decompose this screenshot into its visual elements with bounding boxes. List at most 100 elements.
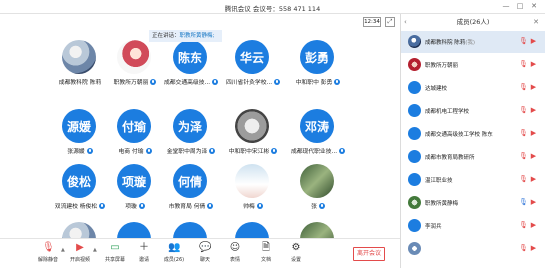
video-grid: 成都教科院 陈莉 职教所万朝丽 陈东 成都交通高级技... 华云 四川省针灸学校... 彭勇… (0, 36, 400, 256)
documents-button[interactable]: 🗎 文档 (253, 242, 279, 268)
member-row[interactable]: 李润兵 🎙 ▶ (401, 215, 545, 237)
video-options-caret-icon[interactable]: ▲ (93, 247, 97, 253)
microphone-muted-icon[interactable]: 🎙 (519, 244, 528, 253)
member-row[interactable]: 成都交通高级技工学校 陈东 🎙 ▶ (401, 123, 545, 145)
maximize-button[interactable]: □ (514, 2, 526, 10)
settings-button[interactable]: ⚙ 设置 (283, 242, 309, 268)
participant-tile[interactable]: 帅梅 (223, 164, 281, 218)
close-panel-icon[interactable]: ✕ (533, 14, 539, 31)
participant-tile[interactable]: 为泽 金堂职中周为泽 (161, 109, 219, 163)
start-video-label: 开启视频 (69, 257, 90, 263)
microphone-muted-icon[interactable]: 🎙 (519, 37, 528, 46)
invite-icon: ＋ (139, 242, 149, 253)
participant-avatar (300, 164, 334, 198)
invite-button[interactable]: ＋ 邀请 (131, 242, 157, 268)
participant-tile[interactable]: 中和职中宋江彬 (223, 109, 281, 163)
participant-name: 中和职中宋江彬 (228, 149, 270, 155)
participant-tile[interactable]: 邓涛 成都现代职业技... (288, 109, 346, 163)
camera-off-icon[interactable]: ▶ (530, 129, 537, 138)
documents-label: 文档 (260, 257, 271, 263)
unmute-button[interactable]: 🎙 解除静音 (35, 242, 61, 268)
microphone-icon[interactable]: 🎙 (519, 198, 528, 207)
member-name: 成都教科院 陈莉(我) (425, 38, 475, 46)
camera-off-icon[interactable]: ▶ (530, 37, 537, 46)
member-row[interactable]: 🎙 ▶ (401, 238, 545, 260)
member-row[interactable]: 成都机电工程学校 🎙 ▶ (401, 100, 545, 122)
collapse-panel-icon[interactable]: ‹ (404, 14, 407, 31)
close-window-button[interactable]: ✕ (528, 2, 540, 10)
share-screen-button[interactable]: ▭ 共享屏幕 (102, 242, 128, 268)
participant-avatar: 彭勇 (300, 40, 334, 74)
microphone-muted-icon[interactable]: 🎙 (519, 221, 528, 230)
participant-tile[interactable]: 彭勇 中和职中 彭勇 (288, 40, 346, 94)
participant-avatar: 源媛 (62, 109, 96, 143)
participant-tile[interactable]: 华云四川省针灸学校... (223, 40, 281, 94)
minimize-button[interactable]: — (500, 2, 512, 10)
camera-off-icon[interactable]: ▶ (530, 175, 537, 184)
member-row[interactable]: 温江职业技 🎙 ▶ (401, 169, 545, 191)
fullscreen-icon[interactable]: ⤢ (385, 17, 395, 27)
participant-name-row: 中和职中 彭勇 (282, 77, 354, 86)
member-row[interactable]: 职教所万朝丽 🎙 ▶ (401, 54, 545, 76)
member-name: 职教所黄静梅 (425, 199, 458, 207)
microphone-icon (318, 202, 325, 209)
microphone-muted-icon[interactable]: 🎙 (519, 129, 528, 138)
microphone-muted-icon[interactable]: 🎙 (519, 60, 528, 69)
microphone-muted-icon[interactable]: 🎙 (519, 83, 528, 92)
camera-off-icon[interactable]: ▶ (530, 60, 537, 69)
participant-tile[interactable]: 张 (288, 164, 346, 218)
member-name-text: 李润兵 (425, 224, 442, 230)
speaking-indicator: 正在讲话：职教所黄静梅; (149, 30, 222, 42)
member-row[interactable]: 成都教科院 陈莉(我) 🎙 ▶ (401, 31, 545, 53)
audio-options-caret-icon[interactable]: ▲ (61, 247, 65, 253)
participant-name-row: 四川省针灸学校... (217, 77, 289, 86)
member-avatar (408, 196, 421, 209)
camera-off-icon[interactable]: ▶ (530, 244, 537, 253)
camera-off-icon[interactable]: ▶ (530, 106, 537, 115)
participant-name: 四川省针灸学校... (225, 80, 273, 86)
microphone-muted-icon[interactable]: 🎙 (519, 152, 528, 161)
participant-avatar (235, 109, 269, 143)
speaking-name: 职教所黄静梅; (179, 33, 215, 39)
microphone-muted-icon[interactable]: 🎙 (519, 106, 528, 115)
member-name-text: 职教所万朝丽 (425, 63, 459, 69)
leave-meeting-button[interactable]: 离开会议 (353, 247, 385, 261)
participant-avatar: 项璇 (117, 164, 151, 198)
members-panel-title: 成员(26人) (456, 18, 490, 26)
members-button[interactable]: 👥 成员(26) (161, 242, 187, 268)
meeting-timer: 12:34 (363, 17, 381, 27)
participant-avatar: 邓涛 (300, 109, 334, 143)
participant-name: 帅梅 (243, 204, 255, 210)
start-video-button[interactable]: ▶ 开启视频 (67, 242, 93, 268)
member-row[interactable]: 达城建校 🎙 ▶ (401, 77, 545, 99)
participant-avatar: 华云 (235, 40, 269, 74)
participant-avatar (235, 164, 269, 198)
participant-name: 双流建校 杨俊松 (54, 204, 98, 210)
participant-tile[interactable]: 陈东 成都交通高级技... (161, 40, 219, 94)
camera-off-icon: ▶ (76, 242, 84, 253)
microphone-icon (339, 147, 346, 154)
participant-tile[interactable]: 何倩 市教育局 何倩 (161, 164, 219, 218)
chat-button[interactable]: 💬 聊天 (192, 242, 218, 268)
camera-off-icon[interactable]: ▶ (530, 83, 537, 92)
member-name-text: 成都教科院 陈莉 (425, 40, 466, 46)
microphone-muted-icon[interactable]: 🎙 (519, 175, 528, 184)
member-row[interactable]: 职教所黄静梅 🎙 ▶ (401, 192, 545, 214)
camera-off-icon[interactable]: ▶ (530, 198, 537, 207)
member-avatar (408, 242, 421, 255)
member-name-text: 成都机电工程学校 (425, 109, 470, 115)
emoji-button[interactable]: ☺ 表情 (222, 242, 248, 268)
participant-name: 张 (311, 204, 317, 210)
member-avatar (408, 81, 421, 94)
participant-name: 项璇 (125, 204, 137, 210)
participant-name: 成都教科院 陈莉 (58, 80, 102, 86)
speaking-prefix: 正在讲话： (152, 33, 180, 39)
window-titlebar: 腾讯会议 会议号：558 471 114 — □ ✕ (0, 0, 545, 14)
member-name: 成都交通高级技工学校 陈东 (425, 130, 493, 138)
camera-off-icon[interactable]: ▶ (530, 221, 537, 230)
members-icon: 👥 (168, 242, 181, 253)
camera-off-icon[interactable]: ▶ (530, 152, 537, 161)
member-row[interactable]: 成都市教育局教研所 🎙 ▶ (401, 146, 545, 168)
microphone-muted-icon: 🎙 (42, 242, 55, 253)
member-avatar (408, 173, 421, 186)
